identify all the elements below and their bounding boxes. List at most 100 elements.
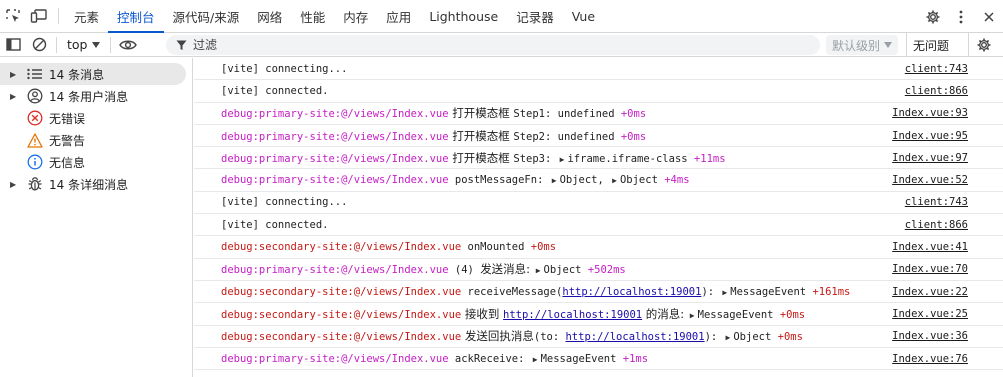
message-text-segment: postMessageFn: — [448, 174, 550, 187]
clear-console-icon[interactable] — [26, 33, 52, 57]
sidebar-item-1[interactable]: ▶ 14 条用户消息 — [0, 85, 192, 107]
context-selector[interactable]: top — [61, 33, 106, 57]
source-link[interactable]: Index.vue:70 — [892, 263, 968, 275]
source-link[interactable]: Index.vue:41 — [892, 241, 968, 253]
expand-object-icon[interactable]: ▶ — [560, 155, 565, 164]
message-text-segment: 发送消息: — [480, 262, 534, 277]
expand-arrow-icon[interactable]: ▶ — [10, 70, 20, 79]
show-sidebar-icon[interactable] — [0, 33, 26, 57]
issues-button[interactable]: 无问题 — [906, 33, 955, 57]
message-text-segment: ): — [701, 285, 721, 298]
object-preview[interactable]: Object, — [560, 174, 611, 186]
expand-object-icon[interactable]: ▶ — [552, 176, 557, 185]
device-toolbar-icon[interactable] — [26, 0, 52, 32]
source-link[interactable]: Index.vue:52 — [892, 174, 968, 186]
url-link[interactable]: http://localhost:19001 — [562, 286, 701, 298]
message-text-segment: (to: — [533, 331, 566, 344]
source-link[interactable]: Index.vue:76 — [892, 353, 968, 365]
timing-delta: +161ms — [812, 285, 851, 298]
message-text-segment: [vite] connecting... — [221, 62, 348, 75]
message-text: debug:primary-site:@/views/Index.vue (4)… — [221, 261, 892, 277]
message-text-segment: onMounted — [461, 241, 531, 254]
message-text: debug:primary-site:@/views/Index.vue pos… — [221, 174, 892, 186]
tab-6[interactable]: 应用 — [377, 0, 420, 32]
tab-4[interactable]: 性能 — [291, 0, 334, 32]
filter-field[interactable] — [166, 35, 820, 55]
expand-object-icon[interactable]: ▶ — [536, 266, 541, 275]
message-text-segment: Step2: undefined — [513, 130, 621, 143]
object-preview[interactable]: Object — [733, 331, 777, 343]
source-link[interactable]: client:743 — [905, 63, 968, 75]
message-text-segment: ): — [704, 331, 724, 344]
message-text-segment: 发送回执消息 — [461, 329, 534, 344]
sidebar-item-2[interactable]: 无错误 — [0, 107, 192, 129]
error-icon — [26, 109, 44, 127]
message-text: [vite] connecting... — [221, 196, 905, 208]
timing-delta: +0ms — [777, 331, 803, 344]
sidebar-item-0[interactable]: ▶ 14 条消息 — [0, 63, 186, 85]
expand-object-icon[interactable]: ▶ — [690, 311, 695, 320]
source-link[interactable]: client:743 — [905, 196, 968, 208]
object-preview[interactable]: MessageEvent — [730, 286, 812, 298]
expand-object-icon[interactable]: ▶ — [726, 333, 731, 342]
toolbar-divider — [58, 8, 59, 24]
inspect-element-icon[interactable] — [0, 0, 26, 32]
source-link[interactable]: Index.vue:95 — [892, 130, 968, 142]
log-levels-dropdown[interactable]: 默认级别 — [826, 35, 899, 55]
more-options-icon[interactable] — [947, 0, 975, 33]
source-link[interactable]: Index.vue:93 — [892, 107, 968, 119]
source-link[interactable]: Index.vue:97 — [892, 152, 968, 164]
tab-8[interactable]: 记录器 — [507, 0, 563, 32]
tab-7[interactable]: Lighthouse — [420, 0, 507, 32]
expand-object-icon[interactable]: ▶ — [722, 288, 727, 297]
tab-9[interactable]: Vue — [563, 0, 604, 32]
tab-5[interactable]: 内存 — [334, 0, 377, 32]
url-link[interactable]: http://localhost:19001 — [503, 309, 642, 321]
url-link[interactable]: http://localhost:19001 — [565, 331, 704, 343]
tab-0[interactable]: 元素 — [65, 0, 108, 32]
expand-object-icon[interactable]: ▶ — [612, 176, 617, 185]
tab-1[interactable]: 控制台 — [108, 0, 164, 33]
settings-icon[interactable] — [919, 0, 947, 33]
source-link[interactable]: Index.vue:22 — [892, 286, 968, 298]
object-preview[interactable]: Object — [544, 264, 588, 276]
expand-object-icon[interactable]: ▶ — [533, 355, 538, 364]
console-message-row: [vite] connected. client:866 — [194, 214, 1003, 237]
source-link[interactable]: Index.vue:25 — [892, 308, 968, 320]
message-text: [vite] connected. — [221, 85, 905, 97]
message-text-segment: receiveMessage( — [461, 285, 563, 298]
expand-arrow-icon[interactable]: ▶ — [10, 92, 20, 101]
devtools-tab-bar: 元素 控制台 源代码/来源 网络 性能 内存 应用 Lighthouse 记录器 Vue — [0, 0, 1003, 33]
object-preview[interactable]: MessageEvent — [541, 353, 623, 365]
debug-namespace: debug:secondary-site:@/views/Index.vue — [221, 285, 462, 298]
message-text: debug:secondary-site:@/views/Index.vue o… — [221, 241, 892, 253]
close-icon[interactable] — [975, 0, 1003, 33]
source-link[interactable]: client:866 — [905, 219, 968, 231]
expand-arrow-icon[interactable]: ▶ — [10, 180, 20, 189]
source-link[interactable]: client:866 — [905, 85, 968, 97]
sidebar-item-4[interactable]: 无信息 — [0, 151, 192, 173]
object-preview[interactable]: iframe.iframe-class — [567, 153, 693, 165]
sidebar-item-label: 14 条消息 — [49, 67, 105, 82]
object-preview[interactable]: Object — [620, 174, 664, 186]
list-icon — [26, 65, 44, 83]
tab-3[interactable]: 网络 — [248, 0, 291, 32]
message-text-segment: [vite] connected. — [221, 218, 329, 231]
sidebar-item-3[interactable]: 无警告 — [0, 129, 192, 151]
source-link[interactable]: Index.vue:36 — [892, 330, 968, 342]
console-message-row: debug:primary-site:@/views/Index.vue 打开模… — [194, 103, 1003, 125]
object-preview[interactable]: MessageEvent — [698, 309, 780, 321]
sidebar-item-5[interactable]: ▶ 14 条详细消息 — [0, 173, 192, 195]
timing-delta: +0ms — [620, 130, 647, 143]
tab-2[interactable]: 源代码/来源 — [164, 0, 249, 32]
console-message-row: debug:primary-site:@/views/Index.vue (4)… — [194, 259, 1003, 281]
message-text-segment: [vite] connecting... — [221, 196, 348, 209]
timing-delta: +4ms — [664, 174, 690, 187]
tab-list: 元素 控制台 源代码/来源 网络 性能 内存 应用 Lighthouse 记录器 Vue — [65, 0, 604, 33]
filter-icon — [176, 40, 187, 50]
message-text-segment: Step1: undefined — [513, 108, 621, 121]
filter-input[interactable] — [193, 38, 793, 52]
live-expression-eye-icon[interactable] — [115, 33, 141, 57]
message-text: debug:primary-site:@/views/Index.vue ack… — [221, 353, 892, 365]
console-settings-icon[interactable] — [968, 33, 998, 57]
